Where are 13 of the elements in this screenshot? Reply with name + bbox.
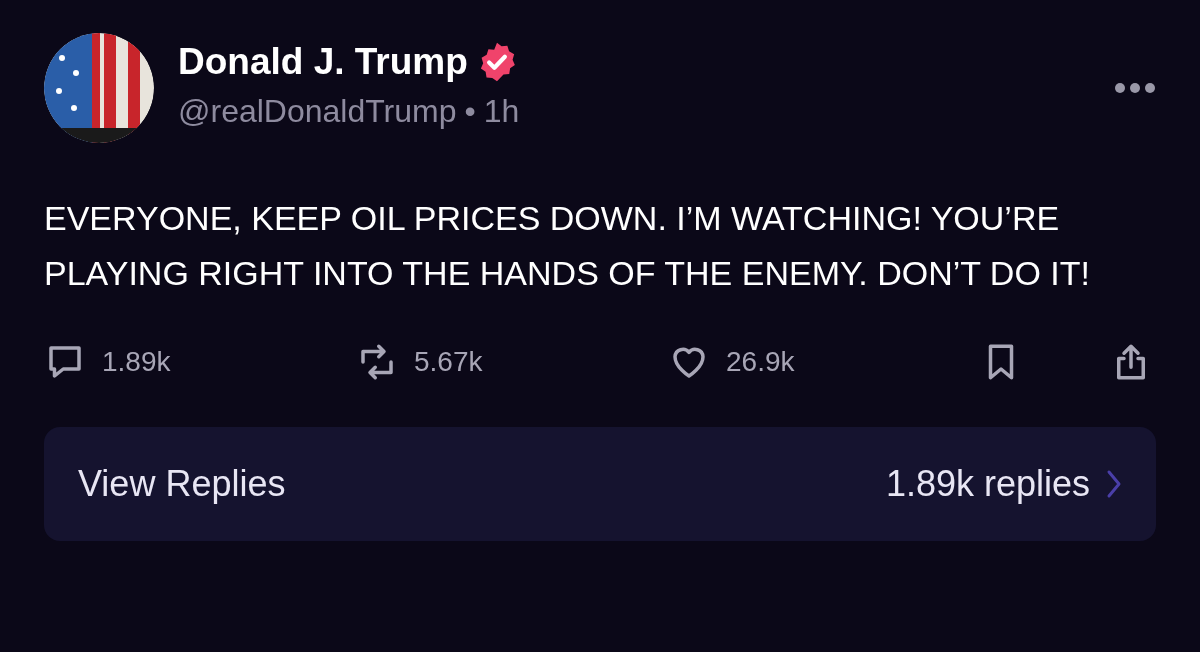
more-options-icon[interactable] bbox=[1114, 82, 1156, 94]
view-replies-bar[interactable]: View Replies 1.89k replies bbox=[44, 427, 1156, 541]
like-count: 26.9k bbox=[726, 345, 795, 379]
post-text: EVERYONE, KEEP OIL PRICES DOWN. I’M WATCHING! YOU’RE PLAYING RIGHT INTO THE HANDS OF THE ENEMY. DON’T DO IT! bbox=[44, 198, 1091, 294]
replies-count: 1.89k replies bbox=[885, 462, 1090, 506]
user-handle[interactable]: @realDonaldTrump bbox=[178, 87, 457, 135]
repost-count: 5.67k bbox=[414, 345, 483, 379]
reply-count: 1.89k bbox=[102, 345, 171, 379]
author-name[interactable]: Donald J. Trump bbox=[178, 41, 468, 83]
view-replies-label: View Replies bbox=[78, 462, 286, 506]
chevron-right-icon bbox=[1106, 469, 1122, 499]
separator-dot: • bbox=[464, 92, 476, 131]
post-time: 1h bbox=[483, 92, 520, 131]
